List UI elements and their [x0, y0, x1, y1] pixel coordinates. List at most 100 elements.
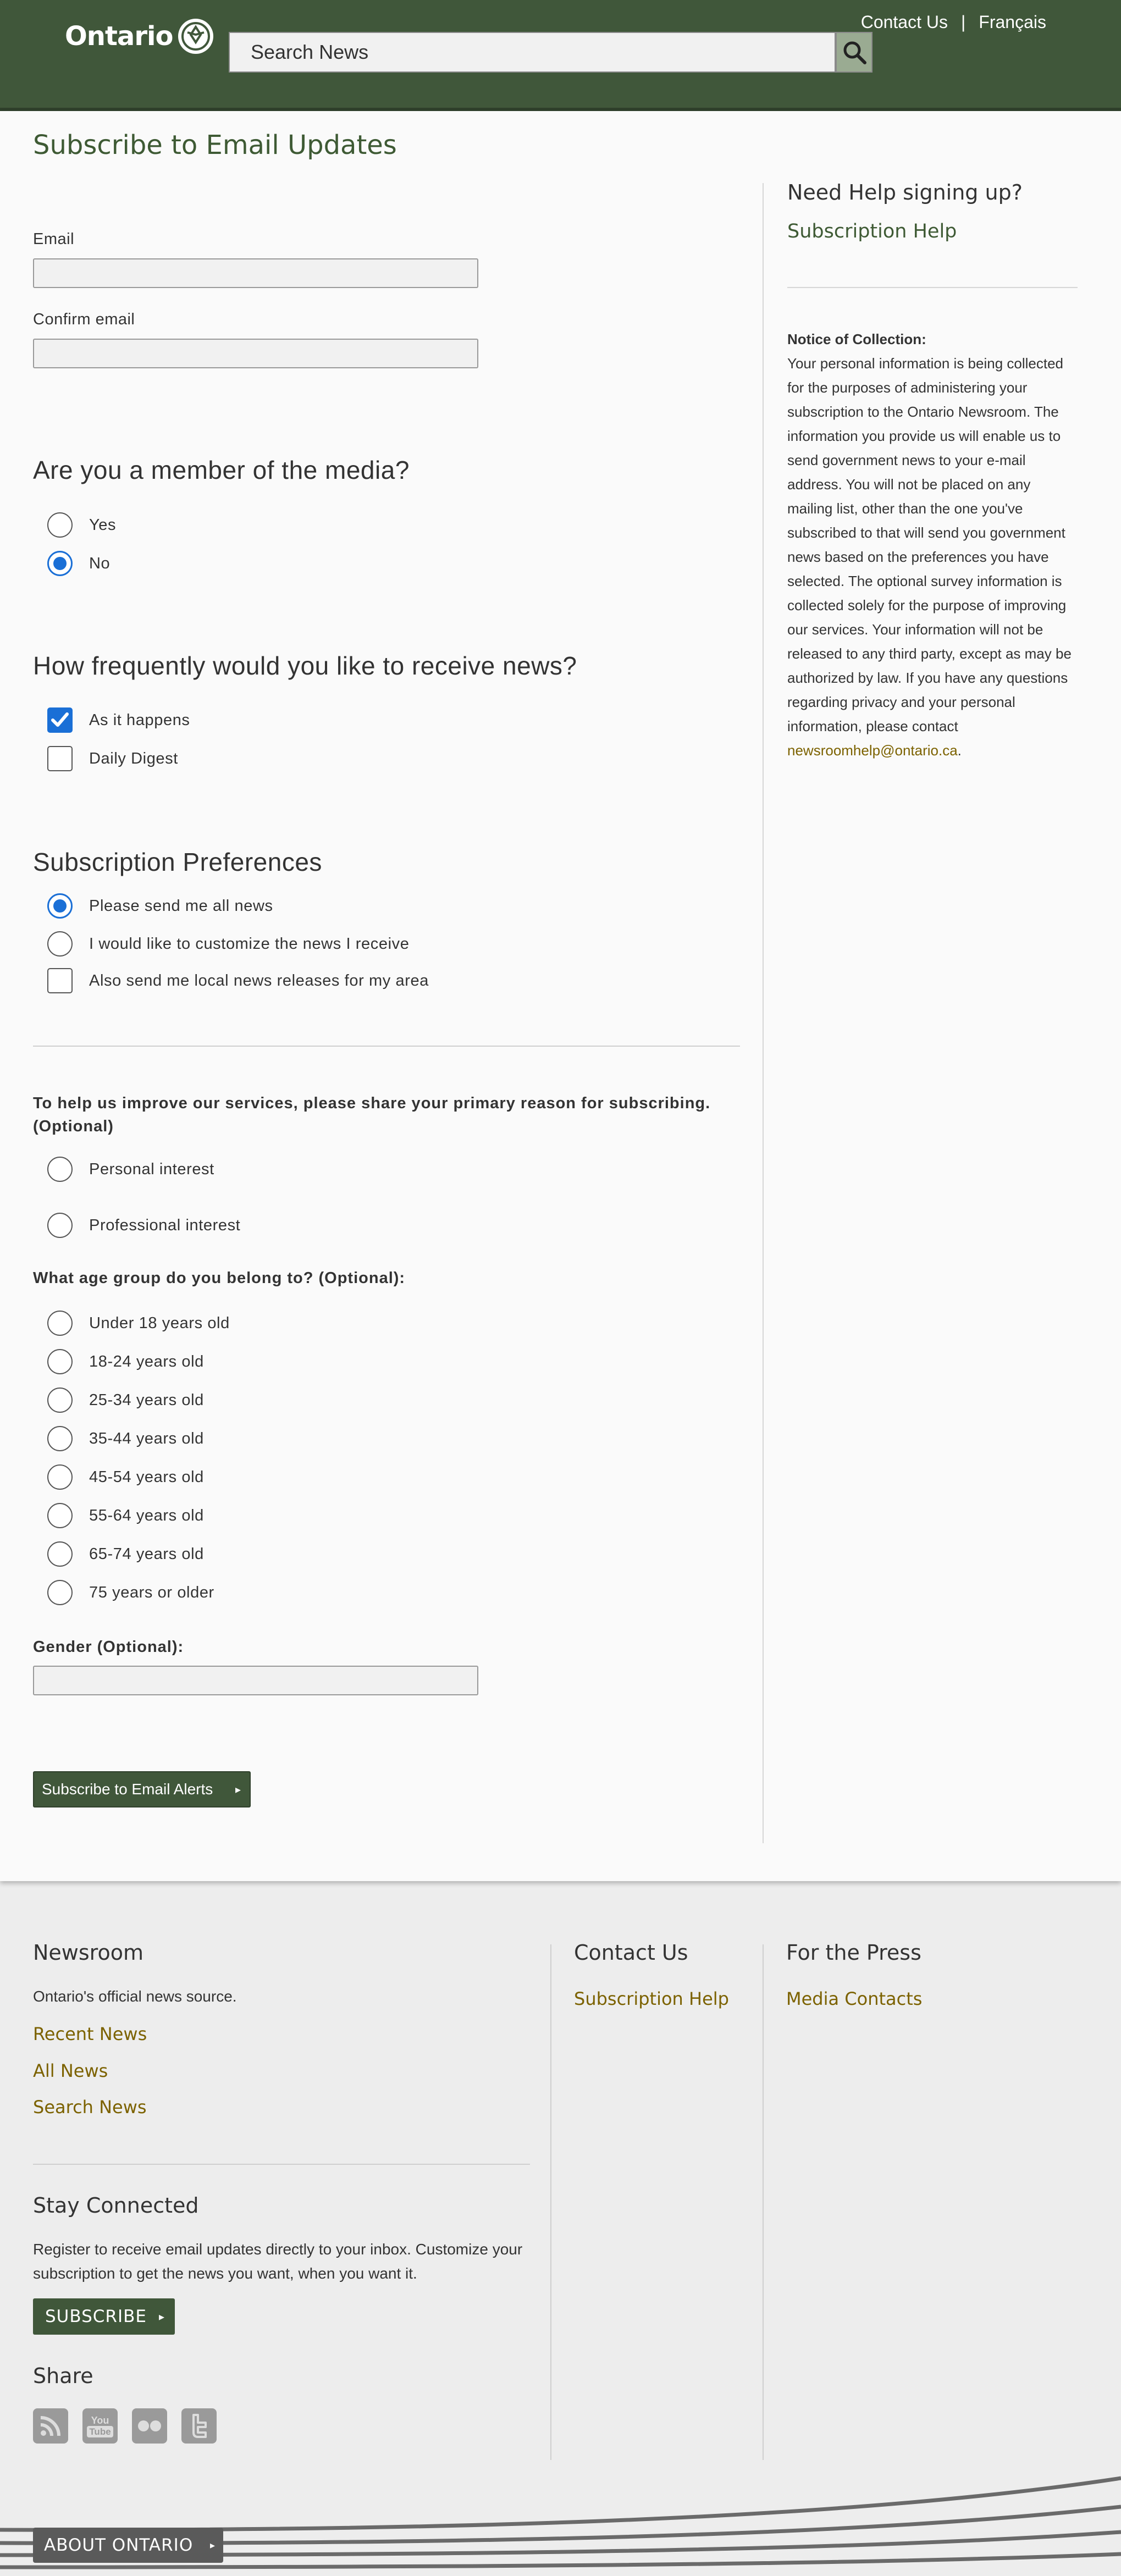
age-option[interactable]: 55-64 years old [47, 1502, 204, 1529]
radio-button-selected[interactable] [47, 893, 73, 919]
confirm-email-label: Confirm email [33, 311, 135, 328]
site-header: Ontario Contact Us | Français [0, 0, 1121, 111]
search-button[interactable] [836, 32, 872, 73]
option-label: 45-54 years old [89, 1468, 204, 1486]
notice-title: Notice of Collection: [787, 331, 926, 347]
reason-option-personal[interactable]: Personal interest [47, 1156, 214, 1183]
help-title: Need Help signing up? [787, 180, 1023, 204]
local-news-option[interactable]: Also send me local news releases for my … [47, 967, 429, 994]
youtube-icon-text-tube: Tube [87, 2425, 113, 2437]
radio-button[interactable] [47, 1387, 73, 1413]
preference-option-customize[interactable]: I would like to customize the news I rec… [47, 930, 409, 958]
radio-button[interactable] [47, 1580, 73, 1605]
footer-subscribe-button[interactable]: SUBSCRIBE ▸ [33, 2298, 175, 2335]
checkbox[interactable] [47, 968, 73, 993]
age-option[interactable]: Under 18 years old [47, 1309, 230, 1337]
section-divider [33, 1046, 740, 1047]
radio-button[interactable] [47, 1541, 73, 1567]
youtube-icon[interactable]: You Tube [82, 2408, 118, 2444]
radio-button[interactable] [47, 1213, 73, 1238]
option-label: Daily Digest [89, 749, 178, 767]
option-label: I would like to customize the news I rec… [89, 935, 410, 953]
radio-button-selected[interactable] [47, 551, 73, 576]
youtube-icon-text-you: You [91, 2414, 109, 2426]
media-contacts-link[interactable]: Media Contacts [786, 1988, 922, 2009]
sidebar-hr [787, 287, 1078, 288]
logo-wordmark: Ontario [65, 21, 173, 52]
checkmark-icon [51, 712, 69, 727]
radio-button[interactable] [47, 512, 73, 538]
preferences-heading: Subscription Preferences [33, 848, 322, 876]
search-icon [843, 41, 866, 64]
media-option-no[interactable]: No [47, 550, 110, 577]
ontario-logo[interactable]: Ontario [65, 15, 214, 57]
option-label: No [89, 554, 111, 572]
frequency-option-daily-digest[interactable]: Daily Digest [47, 745, 178, 772]
recent-news-link[interactable]: Recent News [33, 2024, 147, 2044]
for-the-press-title: For the Press [786, 1941, 921, 1965]
footer-divider [550, 1944, 551, 2460]
option-label: 65-74 years old [89, 1545, 204, 1563]
radio-button[interactable] [47, 1311, 73, 1336]
page-title: Subscribe to Email Updates [33, 130, 397, 161]
frequency-option-as-it-happens[interactable]: As it happens [47, 706, 190, 734]
radio-button[interactable] [47, 931, 73, 957]
newsroom-tagline: Ontario's official news source. [33, 1988, 237, 2005]
newsroom-title: Newsroom [33, 1941, 143, 1965]
option-label: Also send me local news releases for my … [89, 971, 429, 990]
share-title: Share [33, 2364, 93, 2388]
button-label: Subscribe to Email Alerts [42, 1781, 213, 1798]
radio-button[interactable] [47, 1426, 73, 1451]
subscribe-to-email-alerts-button[interactable]: Subscribe to Email Alerts ▸ [33, 1771, 251, 1807]
search-input[interactable] [229, 32, 836, 73]
sidebar-divider [763, 183, 764, 1843]
checkbox[interactable] [47, 746, 73, 771]
age-option[interactable]: 65-74 years old [47, 1540, 204, 1568]
flickr-icon[interactable] [132, 2408, 167, 2444]
footer-divider [763, 1944, 764, 2460]
option-label: Personal interest [89, 1160, 214, 1178]
button-label: ABOUT ONTARIO [44, 2535, 194, 2555]
arrow-right-icon: ▸ [209, 2539, 216, 2551]
age-option[interactable]: 45-54 years old [47, 1463, 204, 1491]
radio-button[interactable] [47, 1349, 73, 1374]
age-option[interactable]: 18-24 years old [47, 1348, 204, 1375]
age-option[interactable]: 35-44 years old [47, 1425, 204, 1452]
subscription-help-link[interactable]: Subscription Help [787, 220, 957, 242]
radio-button[interactable] [47, 1157, 73, 1182]
age-option[interactable]: 75 years or older [47, 1579, 214, 1606]
option-label: 35-44 years old [89, 1429, 204, 1447]
radio-button[interactable] [47, 1464, 73, 1490]
footer-subscription-help-link[interactable]: Subscription Help [574, 1988, 729, 2009]
contact-us-link[interactable]: Contact Us [861, 12, 948, 32]
frequency-question: How frequently would you like to receive… [33, 651, 577, 680]
checkbox-checked[interactable] [47, 707, 73, 733]
gender-field[interactable] [33, 1666, 478, 1695]
about-ontario-button[interactable]: ABOUT ONTARIO ▸ [33, 2528, 223, 2563]
reason-option-professional[interactable]: Professional interest [47, 1212, 240, 1239]
age-option[interactable]: 25-34 years old [47, 1386, 204, 1414]
option-label: Yes [89, 516, 117, 534]
preference-option-all-news[interactable]: Please send me all news [47, 892, 273, 920]
all-news-link[interactable]: All News [33, 2060, 108, 2081]
stay-connected-text: Register to receive email updates direct… [33, 2241, 523, 2282]
francais-link[interactable]: Français [979, 12, 1046, 32]
footer-hr [33, 2164, 530, 2165]
email-field[interactable] [33, 258, 478, 288]
notice-body: Your personal information is being colle… [787, 355, 1072, 734]
link-separator: | [960, 12, 966, 32]
confirm-email-field[interactable] [33, 339, 478, 368]
option-label: 18-24 years old [89, 1352, 204, 1370]
arrow-right-icon: ▸ [158, 2310, 165, 2323]
search-bar [229, 32, 872, 73]
media-option-yes[interactable]: Yes [47, 511, 116, 539]
button-label: SUBSCRIBE [45, 2307, 147, 2326]
radio-button[interactable] [47, 1503, 73, 1528]
newsroom-help-email-link[interactable]: newsroomhelp@ontario.ca [787, 742, 958, 759]
notice-period: . [957, 742, 962, 759]
twitter-icon[interactable] [181, 2408, 217, 2444]
age-question: What age group do you belong to? (Option… [33, 1269, 406, 1287]
search-news-link[interactable]: Search News [33, 2097, 147, 2118]
email-label: Email [33, 230, 75, 248]
rss-icon[interactable] [33, 2408, 68, 2444]
